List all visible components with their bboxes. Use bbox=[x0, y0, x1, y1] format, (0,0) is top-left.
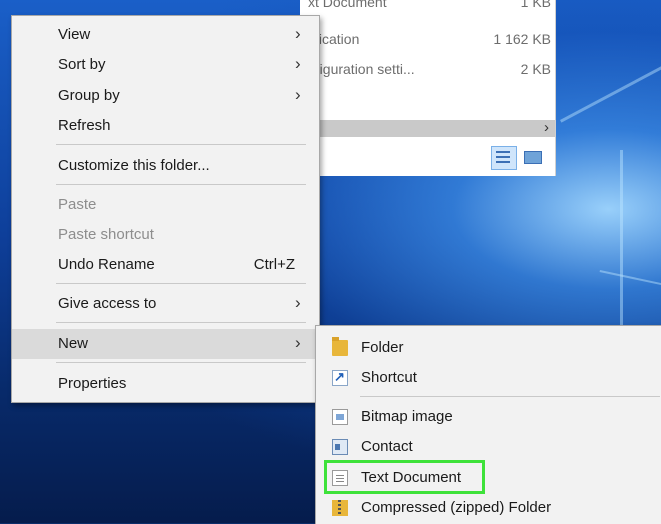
menu-separator bbox=[56, 362, 306, 363]
menu-separator bbox=[360, 396, 660, 397]
file-size: 1 162 KB bbox=[493, 31, 551, 47]
menu-separator bbox=[56, 144, 306, 145]
light-beam bbox=[599, 270, 661, 297]
menu-item-give-access[interactable]: Give access to › bbox=[12, 289, 319, 319]
menu-item-paste: Paste bbox=[58, 196, 97, 213]
menu-item-undo-rename[interactable]: Undo Rename Ctrl+Z bbox=[12, 250, 319, 280]
shortcut-icon bbox=[332, 369, 348, 386]
submenu-item-bitmap[interactable]: Bitmap image bbox=[316, 402, 661, 432]
menu-item-new[interactable]: New › bbox=[12, 329, 319, 359]
file-type: nfiguration setti... bbox=[308, 61, 415, 77]
submenu-item-folder[interactable]: Folder bbox=[316, 333, 661, 363]
menu-separator bbox=[56, 184, 306, 185]
bitmap-image-icon bbox=[332, 409, 348, 425]
keyboard-shortcut: Ctrl+Z bbox=[253, 256, 295, 273]
menu-separator bbox=[56, 322, 306, 323]
menu-separator bbox=[56, 283, 306, 284]
horizontal-scrollbar[interactable]: › bbox=[300, 119, 555, 137]
menu-item-paste-shortcut: Paste shortcut bbox=[58, 226, 154, 243]
file-row[interactable]: xt Document 1 KB bbox=[300, 0, 555, 16]
contact-icon bbox=[332, 439, 348, 455]
file-row[interactable]: nfiguration setti... 2 KB bbox=[300, 57, 555, 83]
annotation-highlight-box bbox=[324, 460, 485, 494]
menu-item-customize-folder[interactable]: Customize this folder... bbox=[12, 151, 319, 181]
file-row[interactable]: plication 1 162 KB bbox=[300, 27, 555, 53]
submenu-item-contact[interactable]: Contact bbox=[316, 432, 661, 462]
chevron-right-icon: › bbox=[295, 54, 301, 73]
folder-icon bbox=[332, 337, 348, 356]
menu-item-group-by[interactable]: Group by › bbox=[12, 81, 319, 111]
scroll-right-icon[interactable]: › bbox=[544, 119, 549, 136]
new-submenu: Folder Shortcut Bitmap image Contact Tex… bbox=[315, 325, 661, 524]
submenu-item-compressed-folder[interactable]: Compressed (zipped) Folder bbox=[316, 493, 661, 523]
file-size: 1 KB bbox=[520, 0, 551, 10]
view-mode-buttons bbox=[489, 144, 551, 172]
zip-folder-icon bbox=[332, 500, 348, 516]
large-icons-view-icon[interactable] bbox=[521, 146, 545, 168]
chevron-right-icon: › bbox=[295, 333, 301, 352]
submenu-item-shortcut[interactable]: Shortcut bbox=[316, 363, 661, 393]
file-explorer-window: xt Document 1 KB plication 1 162 KB nfig… bbox=[300, 0, 556, 176]
context-menu: View › Sort by › Group by › Refresh Cust… bbox=[11, 15, 320, 403]
chevron-right-icon: › bbox=[295, 24, 301, 43]
chevron-right-icon: › bbox=[295, 293, 301, 312]
menu-item-view[interactable]: View › bbox=[12, 20, 319, 50]
file-size: 2 KB bbox=[520, 61, 551, 77]
file-type: xt Document bbox=[308, 0, 387, 10]
details-view-icon[interactable] bbox=[491, 146, 517, 170]
menu-item-sort-by[interactable]: Sort by › bbox=[12, 50, 319, 80]
menu-item-properties[interactable]: Properties bbox=[12, 369, 319, 399]
chevron-right-icon: › bbox=[295, 85, 301, 104]
light-beam bbox=[560, 26, 661, 123]
menu-item-refresh[interactable]: Refresh bbox=[12, 111, 319, 141]
